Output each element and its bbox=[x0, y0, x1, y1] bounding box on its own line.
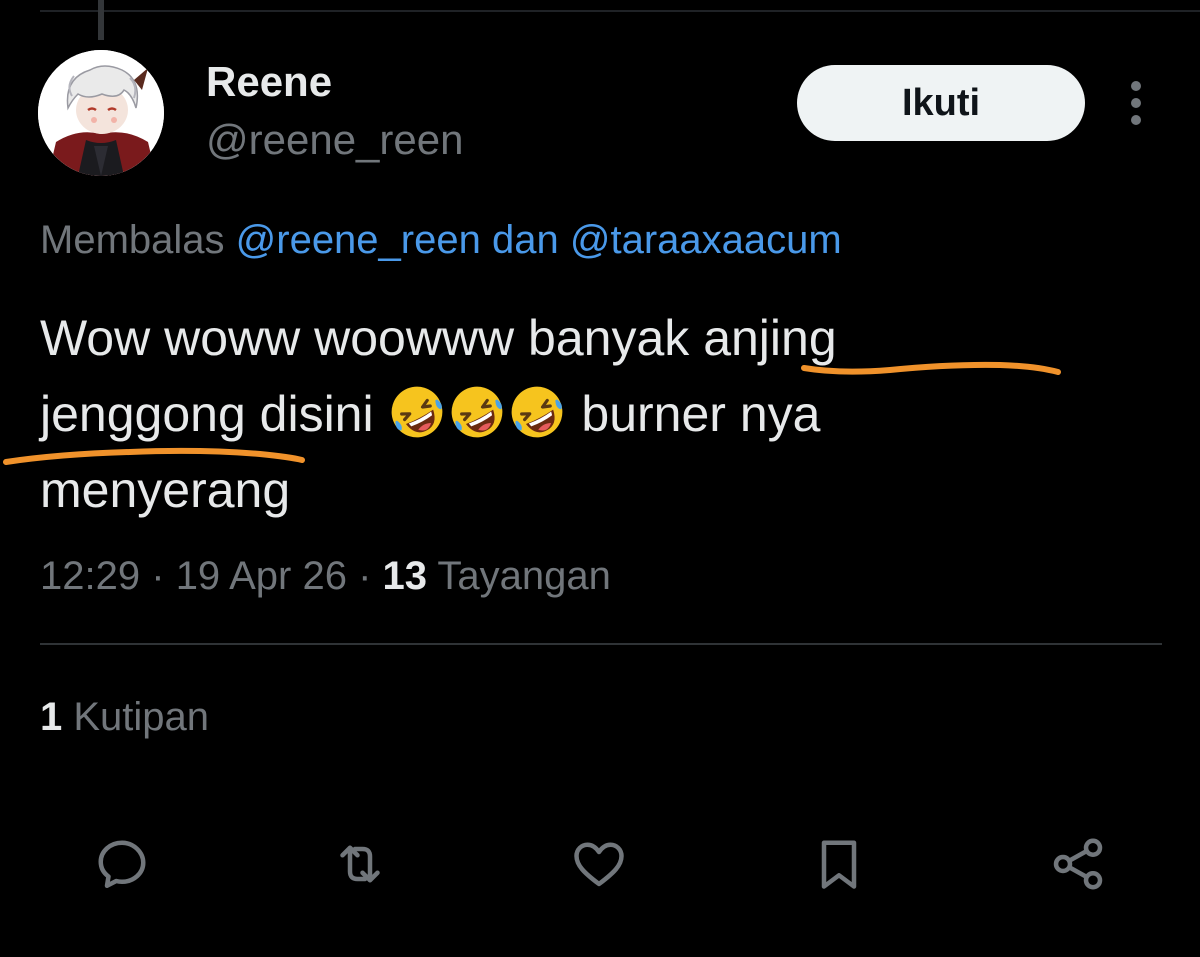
retweet-icon bbox=[340, 845, 380, 883]
author-handle[interactable]: @reene_reen bbox=[206, 116, 463, 164]
tweet-line: Wow woww woowww banyak anjing bbox=[40, 300, 1040, 376]
meta-separator: · bbox=[151, 554, 165, 598]
quote-stats[interactable]: 1 Kutipan bbox=[40, 695, 209, 740]
views-count: 13 bbox=[382, 554, 428, 598]
quote-count: 1 bbox=[40, 695, 63, 739]
tweet-text-segment: disini bbox=[245, 386, 388, 442]
tweet-text-segment: burner nya bbox=[567, 386, 821, 442]
more-options-button[interactable] bbox=[1118, 78, 1154, 128]
share-button[interactable] bbox=[1046, 832, 1110, 896]
reply-conjunction: dan bbox=[491, 218, 559, 262]
share-icon bbox=[1053, 838, 1103, 890]
rolling-laughing-emoji-icon bbox=[451, 386, 502, 438]
reply-icon bbox=[98, 840, 146, 888]
more-vertical-icon bbox=[1131, 81, 1141, 125]
thread-connector bbox=[98, 0, 104, 40]
rolling-laughing-emoji-icon bbox=[391, 386, 442, 438]
tweet-text-segment: anjing bbox=[703, 310, 837, 366]
like-icon bbox=[574, 842, 624, 887]
tweet-date[interactable]: 19 Apr 26 bbox=[176, 554, 347, 598]
top-divider bbox=[40, 10, 1200, 12]
avatar[interactable] bbox=[38, 50, 164, 176]
tweet-text-segment: menyerang bbox=[40, 462, 291, 518]
quote-label: Kutipan bbox=[73, 695, 210, 739]
tweet-text-segment: jenggong bbox=[40, 386, 246, 442]
reply-button[interactable] bbox=[90, 832, 154, 896]
tweet-line: menyerang bbox=[40, 452, 1040, 528]
tweet-text: Wow woww woowww banyak anjing jenggong d… bbox=[40, 300, 1040, 528]
author-display-name[interactable]: Reene bbox=[206, 58, 332, 106]
bookmark-icon bbox=[821, 840, 857, 889]
like-button[interactable] bbox=[567, 832, 631, 896]
tweet-text-segment: Wow woww woowww banyak bbox=[40, 310, 704, 366]
tweet-line: jenggong disini burner nya bbox=[40, 376, 1040, 452]
reply-context: Membalas @reene_reen dan @taraaxaacum bbox=[40, 218, 842, 263]
tweet-time[interactable]: 12:29 bbox=[40, 554, 140, 598]
mention-link[interactable]: @taraaxaacum bbox=[570, 218, 842, 262]
avatar-illustration bbox=[38, 50, 164, 176]
divider bbox=[40, 643, 1162, 645]
tweet-meta: 12:29 · 19 Apr 26 · 13 Tayangan bbox=[40, 554, 611, 599]
meta-separator: · bbox=[358, 554, 372, 598]
follow-button[interactable]: Ikuti bbox=[797, 65, 1085, 141]
views-label: Tayangan bbox=[437, 554, 611, 598]
retweet-button[interactable] bbox=[328, 832, 392, 896]
bookmark-button[interactable] bbox=[807, 832, 871, 896]
rolling-laughing-emoji-icon bbox=[511, 386, 562, 438]
reply-prefix: Membalas bbox=[40, 218, 225, 262]
mention-link[interactable]: @reene_reen bbox=[236, 218, 481, 262]
emoji-group bbox=[388, 386, 568, 442]
